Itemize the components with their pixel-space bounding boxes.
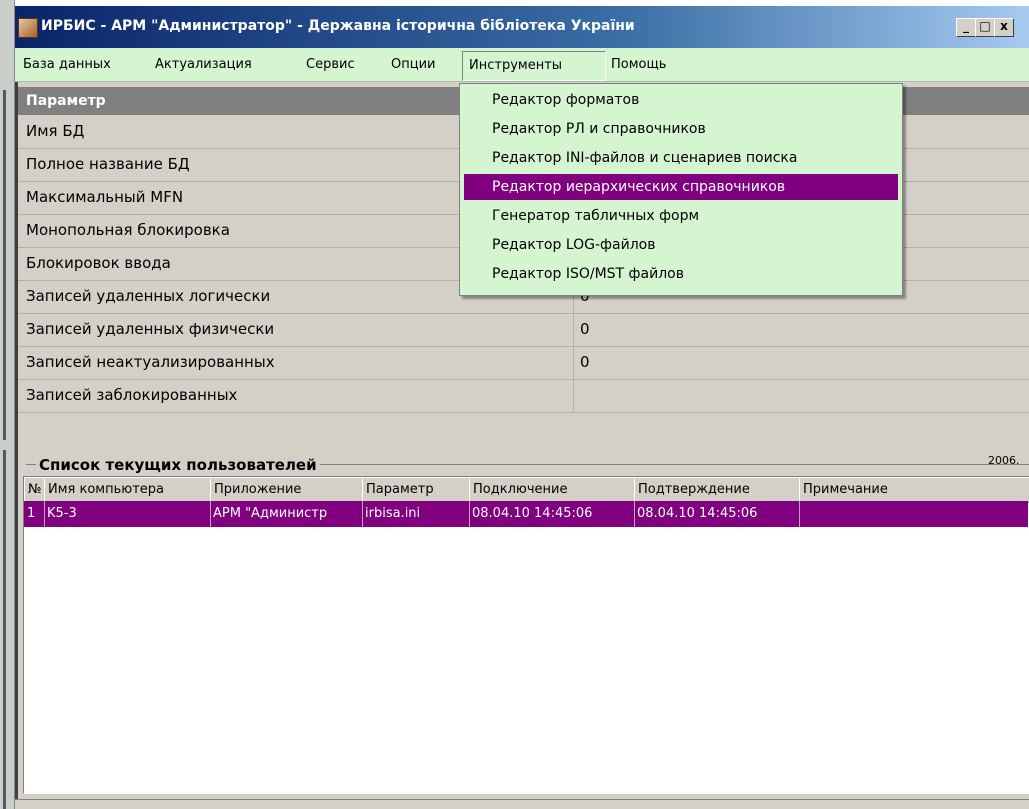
column-header-label: Имя компьютера (48, 482, 164, 497)
column-header[interactable]: Подключение (469, 477, 636, 503)
users-title: Список текущих пользователей (36, 456, 320, 474)
menuitem-label: Редактор LOG-файлов (492, 237, 656, 253)
menuitem-label: Редактор РЛ и справочников (492, 121, 706, 137)
menuitem-label: Генератор табличных форм (492, 208, 700, 224)
menu-help[interactable]: Помощь (611, 57, 666, 72)
user-cell: 08.04.10 14:45:06 (469, 501, 635, 527)
menuitem-log-editor[interactable]: Редактор LOG-файлов (464, 232, 898, 258)
status-bar (15, 799, 1029, 809)
param-value: 0 (580, 320, 590, 338)
column-header-label: Подключение (473, 482, 568, 497)
column-header[interactable]: Параметр (362, 477, 471, 503)
column-header-label: Приложение (214, 482, 302, 497)
maximize-button[interactable]: □ (975, 18, 995, 37)
app-icon (18, 18, 38, 38)
column-header[interactable]: Приложение (210, 477, 364, 503)
column-header-label: № (28, 482, 42, 497)
window-title: ИРБИС - АРМ "Администратор" - Державна і… (41, 18, 635, 34)
column-header-label: Параметр (366, 482, 434, 497)
user-cell: 08.04.10 14:45:06 (634, 501, 800, 527)
left-edge-strip (0, 0, 15, 809)
param-name: Блокировок ввода (26, 254, 171, 272)
menuitem-hierarchy-editor[interactable]: Редактор иерархических справочников (464, 174, 898, 200)
menuitem-ini-editor[interactable]: Редактор INI-файлов и сценариев поиска (464, 145, 898, 171)
param-name: Монопольная блокировка (26, 221, 230, 239)
user-cell-text: АРМ "Администр (213, 506, 328, 521)
user-cell (799, 501, 1028, 527)
column-header-label: Примечание (803, 482, 888, 497)
menu-options[interactable]: Опции (391, 57, 435, 72)
column-header-label: Подтверждение (638, 482, 750, 497)
close-button[interactable]: x (994, 18, 1014, 37)
column-header[interactable]: Примечание (799, 477, 1029, 503)
menuitem-label: Редактор иерархических справочников (492, 179, 786, 195)
user-cell: irbisa.ini (362, 501, 470, 527)
param-value-cell (573, 379, 574, 412)
param-name: Записей неактуализированных (26, 353, 275, 371)
param-name: Записей удаленных логически (26, 287, 271, 305)
user-cell-text: 08.04.10 14:45:06 (637, 506, 758, 521)
param-name: Полное название БД (26, 155, 190, 173)
menu-actualization[interactable]: Актуализация (155, 57, 252, 72)
menu-tools[interactable]: Инструменты (462, 51, 606, 81)
menuitem-label: Редактор форматов (492, 92, 640, 108)
user-cell-text: irbisa.ini (365, 506, 421, 521)
user-cell-text: K5-3 (47, 506, 77, 521)
date-label: 2006. (988, 454, 1020, 467)
param-name: Записей заблокированных (26, 386, 238, 404)
column-header[interactable]: Имя компьютера (44, 477, 212, 503)
user-cell: АРМ "Администр (210, 501, 363, 527)
minimize-button[interactable]: _ (956, 18, 976, 37)
current-users-panel: Список текущих пользователей 2006. № Имя… (15, 444, 1029, 799)
user-cell-text: 08.04.10 14:45:06 (472, 506, 593, 521)
param-value: 0 (580, 353, 590, 371)
column-header[interactable]: № (24, 477, 46, 503)
param-value-cell: 0 (573, 313, 590, 346)
menuitem-table-generator[interactable]: Генератор табличных форм (464, 203, 898, 229)
user-row[interactable]: 1 K5-3 АРМ "Администр irbisa.ini 08.04.1… (24, 501, 1028, 527)
param-value-cell: 0 (573, 346, 590, 379)
menu-database[interactable]: База данных (23, 57, 111, 72)
param-row[interactable]: Записей неактуализированных 0 (18, 346, 1029, 380)
user-cell: 1 (24, 501, 45, 527)
param-name: Записей удаленных физически (26, 320, 275, 338)
user-cell: K5-3 (44, 501, 211, 527)
menuitem-label: Редактор INI-файлов и сценариев поиска (492, 150, 798, 166)
menuitem-label: Редактор ISO/MST файлов (492, 266, 684, 282)
menu-tools-label: Инструменты (469, 58, 563, 73)
users-list[interactable]: № Имя компьютера Приложение Параметр Под… (23, 476, 1029, 794)
user-cell-text: 1 (27, 506, 36, 521)
tools-dropdown-menu: Редактор форматов Редактор РЛ и справочн… (459, 83, 903, 296)
param-name: Максимальный MFN (26, 188, 184, 206)
param-name: Имя БД (26, 122, 85, 140)
title-bar: ИРБИС - АРМ "Администратор" - Державна і… (15, 6, 1029, 48)
param-row[interactable]: Записей заблокированных (18, 379, 1029, 413)
menuitem-iso-editor[interactable]: Редактор ISO/MST файлов (464, 261, 898, 287)
column-header[interactable]: Подтверждение (634, 477, 801, 503)
menu-service[interactable]: Сервис (306, 57, 355, 72)
menuitem-format-editor[interactable]: Редактор форматов (464, 87, 898, 113)
menu-bar: База данных Актуализация Сервис Опции Ин… (15, 48, 1029, 82)
params-header-label: Параметр (26, 93, 106, 109)
param-row[interactable]: Записей удаленных физически 0 (18, 313, 1029, 347)
menuitem-rl-editor[interactable]: Редактор РЛ и справочников (464, 116, 898, 142)
